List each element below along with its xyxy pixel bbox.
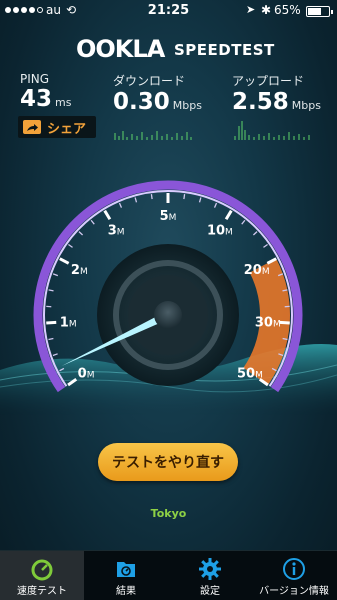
share-button[interactable]: シェア bbox=[18, 116, 96, 138]
ping-unit: ms bbox=[55, 96, 72, 109]
download-unit: Mbps bbox=[172, 99, 202, 112]
test-again-button[interactable]: テストをやり直す bbox=[98, 443, 238, 481]
upload-sparkline bbox=[234, 121, 310, 140]
test-again-label: テストをやり直す bbox=[112, 455, 224, 471]
gauge-label: 3M bbox=[108, 224, 125, 239]
gauge-tick bbox=[224, 209, 233, 221]
gauge-minor-tick bbox=[150, 194, 153, 200]
bluetooth-icon: ✱ bbox=[261, 3, 272, 17]
ping-label: PING bbox=[20, 72, 50, 86]
gauge-minor-tick bbox=[263, 243, 268, 248]
gauge-minor-tick bbox=[252, 231, 258, 236]
gauge-minor-tick bbox=[52, 353, 58, 357]
tab-label: 設定 bbox=[200, 586, 220, 597]
needle-hub bbox=[154, 301, 182, 329]
gauge-label: 10M bbox=[207, 224, 233, 239]
gauge-tick bbox=[59, 257, 70, 265]
tab-label: 速度テスト bbox=[17, 586, 67, 597]
gauge-minor-tick bbox=[48, 289, 54, 292]
speed-gauge: 0M1M2M3M5M10M20M30M50M bbox=[0, 180, 337, 415]
gauge-tick bbox=[103, 209, 112, 221]
download-value: 0.30 Mbps bbox=[113, 89, 202, 115]
gauge-label: 1M bbox=[60, 316, 77, 331]
results-folder-icon bbox=[117, 562, 135, 577]
gauge-minor-tick bbox=[52, 273, 59, 277]
tab-about[interactable]: バージョン情報 bbox=[252, 551, 336, 600]
gauge-minor-tick bbox=[134, 197, 138, 203]
tab-settings[interactable]: 設定 bbox=[168, 551, 252, 600]
upload-label: アップロード bbox=[232, 74, 305, 88]
gauge-tick bbox=[279, 320, 290, 325]
download-sparkline bbox=[114, 131, 192, 140]
gauge-minor-tick bbox=[118, 202, 123, 208]
battery-percent: 65% bbox=[274, 3, 301, 17]
battery-icon bbox=[306, 6, 333, 17]
info-icon bbox=[283, 558, 305, 580]
share-label: シェア bbox=[47, 121, 87, 137]
upload-metric: アップロード 2.58 Mbps bbox=[232, 72, 321, 119]
tab-bar: 速度テスト 結果 設定 バージョン情報 bbox=[0, 550, 337, 600]
gauge-tick bbox=[46, 320, 57, 325]
tab-label: バージョン情報 bbox=[259, 586, 329, 597]
gauge-label: 5M bbox=[160, 209, 177, 224]
gauge-minor-tick bbox=[213, 202, 218, 208]
ping-value: 43 ms bbox=[20, 86, 72, 112]
upload-unit: Mbps bbox=[291, 99, 321, 112]
gauge-minor-tick bbox=[90, 219, 95, 225]
gauge-minor-tick bbox=[241, 219, 246, 225]
gauge-minor-tick bbox=[68, 243, 73, 248]
tab-speed-test[interactable]: 速度テスト bbox=[0, 551, 84, 600]
gauge-minor-tick bbox=[48, 337, 54, 341]
share-arrow-icon bbox=[23, 120, 41, 134]
gear-icon bbox=[199, 558, 221, 580]
ookla-logo: OOKLA bbox=[76, 35, 165, 63]
tab-label: 結果 bbox=[116, 586, 136, 597]
status-bar: au ⟲ 21:25 ➤ ✱ 65% bbox=[0, 0, 337, 22]
download-label: ダウンロード bbox=[113, 74, 186, 88]
gauge-minor-tick bbox=[198, 197, 202, 203]
server-location: Tokyo bbox=[150, 507, 187, 520]
ping-metric: PING 43 ms bbox=[20, 72, 71, 116]
tab-results[interactable]: 結果 bbox=[84, 551, 168, 600]
location-arrow-icon: ➤ bbox=[246, 3, 256, 16]
upload-value: 2.58 Mbps bbox=[232, 89, 321, 115]
gauge-label: 2M bbox=[71, 263, 88, 278]
gauge-minor-tick bbox=[183, 194, 186, 200]
app-header: OOKLA SPEEDTEST bbox=[0, 35, 337, 63]
gauge-minor-tick bbox=[78, 231, 84, 236]
speedometer-icon bbox=[31, 559, 53, 581]
app-name: SPEEDTEST bbox=[174, 41, 275, 59]
download-metric: ダウンロード 0.30 Mbps bbox=[113, 72, 202, 119]
